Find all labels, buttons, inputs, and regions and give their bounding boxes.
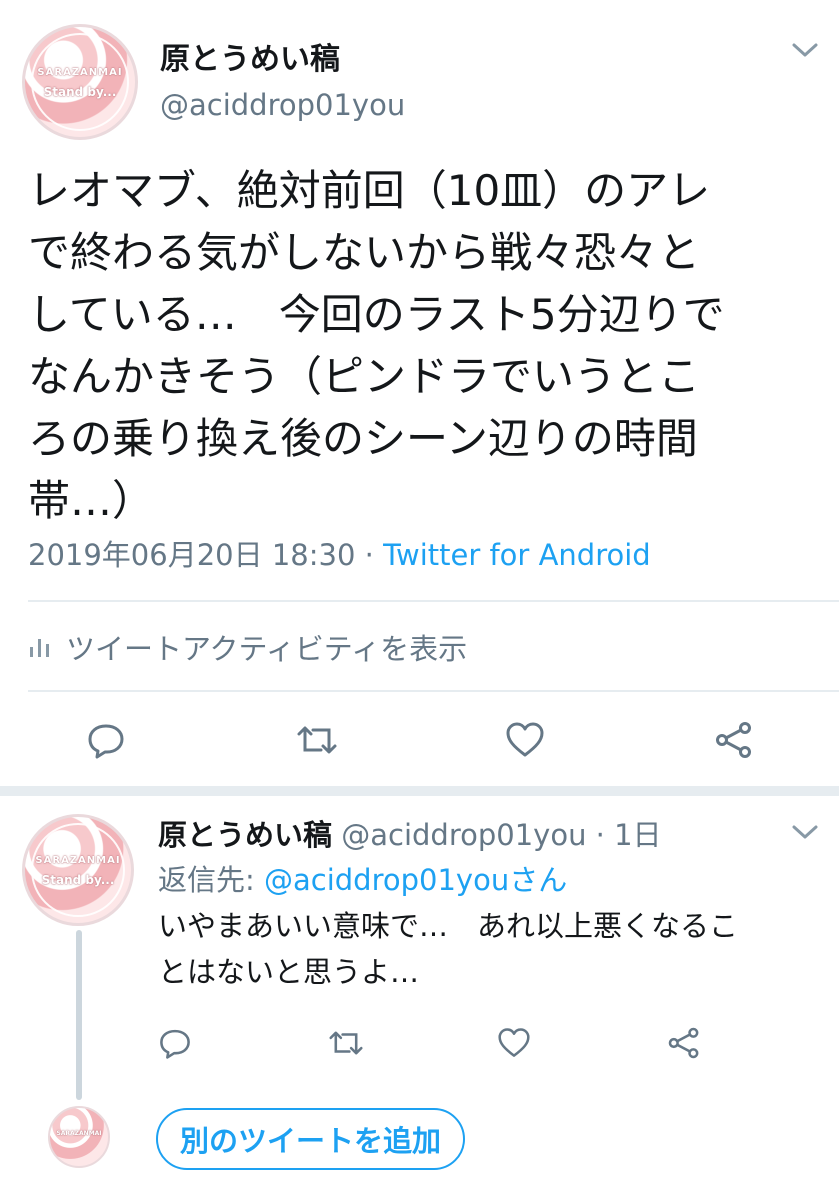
avatar-text-bottom: Stand by... bbox=[43, 85, 117, 99]
activity-label: ツイートアクティビティを表示 bbox=[66, 632, 468, 666]
reply-text: いやまあいい意味で… あれ以上悪くなるこ とはないと思うよ… bbox=[158, 909, 739, 989]
reply-age: · 1日 bbox=[586, 818, 662, 852]
retweet-icon[interactable] bbox=[327, 1026, 365, 1060]
tweet-actions bbox=[0, 715, 839, 765]
reply-avatar[interactable]: SARAZANMAI Stand by... bbox=[22, 814, 134, 926]
avatar[interactable]: SARAZANMAI Stand by... bbox=[22, 24, 138, 140]
share-icon[interactable] bbox=[667, 1026, 701, 1060]
avatar-text-top: SARAZANMAI bbox=[35, 855, 121, 866]
author-name[interactable]: 原とうめい稿 bbox=[160, 34, 340, 78]
avatar-text-bottom: Stand by... bbox=[41, 873, 115, 887]
section-separator bbox=[0, 786, 839, 796]
retweet-icon[interactable] bbox=[295, 720, 339, 760]
avatar-text-top: SARAZANMAI bbox=[37, 67, 123, 78]
reply-to-mention[interactable]: @aciddrop01youさん bbox=[264, 863, 567, 897]
tweet-meta: 2019年06月20日 18:30 · Twitter for Android bbox=[28, 532, 651, 574]
thread-line bbox=[76, 930, 82, 1100]
meta-separator: · bbox=[355, 538, 384, 572]
bar-chart-icon bbox=[30, 639, 49, 657]
share-icon[interactable] bbox=[714, 720, 754, 760]
author-handle[interactable]: @aciddrop01you bbox=[160, 88, 405, 122]
reply-header: 原とうめい稿 @aciddrop01you · 1日 bbox=[158, 812, 662, 854]
chevron-down-icon[interactable] bbox=[790, 822, 820, 842]
tweet-source[interactable]: Twitter for Android bbox=[383, 538, 651, 572]
divider bbox=[28, 690, 839, 692]
reply-to-label: 返信先: bbox=[158, 863, 264, 897]
add-tweet-button[interactable]: 別のツイートを追加 bbox=[156, 1108, 466, 1170]
compose-avatar: SARAZANMAI bbox=[48, 1106, 110, 1168]
avatar-ring bbox=[31, 823, 125, 917]
reply-icon[interactable] bbox=[86, 720, 126, 760]
reply-icon[interactable] bbox=[158, 1026, 192, 1060]
avatar-ring bbox=[31, 33, 129, 131]
tweet-timestamp[interactable]: 2019年06月20日 18:30 bbox=[28, 538, 355, 572]
reply-author-handle[interactable]: @aciddrop01you bbox=[341, 818, 586, 852]
chevron-down-icon[interactable] bbox=[790, 40, 820, 60]
tweet-activity-link[interactable]: ツイートアクティビティを表示 bbox=[28, 626, 467, 668]
reply-to-line: 返信先: @aciddrop01youさん bbox=[158, 857, 567, 899]
heart-icon[interactable] bbox=[505, 721, 545, 759]
divider bbox=[28, 600, 839, 602]
reply-author-name[interactable]: 原とうめい稿 bbox=[158, 818, 332, 852]
tweet-text: レオマブ、絶対前回（10皿）のアレ で終わる気がしないから戦々恐々と している…… bbox=[28, 166, 725, 525]
heart-icon[interactable] bbox=[497, 1027, 531, 1059]
avatar-text: SARAZANMAI bbox=[56, 1130, 102, 1137]
reply-actions bbox=[0, 1022, 839, 1066]
